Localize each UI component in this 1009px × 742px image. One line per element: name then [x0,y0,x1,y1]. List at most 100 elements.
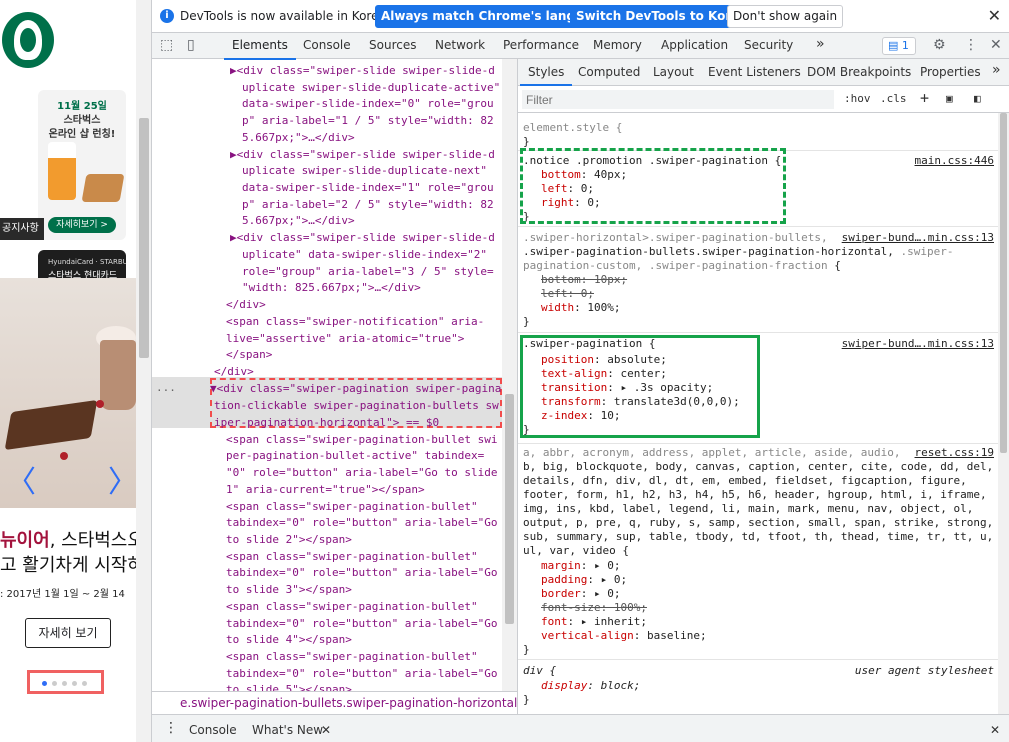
prop-font-size-overridden[interactable]: font-size: 100%; [541,601,647,615]
dom-node-line[interactable]: to slide 4"></span> [226,632,517,649]
dom-node-line[interactable]: </div> [214,364,517,381]
more-tabs-icon[interactable]: » [816,36,825,52]
device-toolbar-icon[interactable]: ▯ [187,37,195,53]
add-rule-icon[interactable]: + [920,89,929,107]
tab-application[interactable]: Application [661,38,728,52]
toggle-sidebar-icon[interactable]: ◧ [974,92,981,105]
card-detail-button[interactable]: 자세히보기 > [48,217,116,233]
promo-card-online-shop[interactable]: 11월 25일 스타벅스 온라인 샵 런칭! 자세히보기 > [38,90,126,240]
pagination-bullet-active[interactable] [42,681,47,686]
settings-gear-icon[interactable]: ⚙ [933,37,946,53]
page-scrollbar[interactable] [136,0,151,742]
dom-node-line[interactable]: <span class="swiper-pagination-bullet sw… [226,432,517,449]
drawer-menu-icon[interactable]: ⋮ [164,720,178,736]
styles-filter-input[interactable] [522,90,834,109]
dom-node-line[interactable]: "width: 825.667px;">…</div> [242,280,517,297]
prop-font[interactable]: font: ▸ inherit; [541,615,647,629]
dom-breadcrumb[interactable]: e.swiper-pagination-bullets.swiper-pagin… [152,691,517,714]
drawer-tab-whats-new[interactable]: What's New [252,723,323,737]
page-scrollbar-thumb[interactable] [139,118,149,358]
drawer-tab-console[interactable]: Console [189,723,237,737]
dom-node-line[interactable]: p" aria-label="1 / 5" style="width: 82 [242,113,517,130]
reset-selector-line[interactable]: output, p, pre, q, ruby, s, samp, sectio… [523,516,993,530]
source-link-main-css[interactable]: main.css:446 [915,154,994,168]
slider-next-icon[interactable]: 〉 [108,468,136,498]
prop-margin[interactable]: margin: ▸ 0; [541,559,621,573]
elements-scrollbar[interactable] [502,59,517,691]
source-link-swiper-css[interactable]: swiper-bund….min.css:13 [842,337,994,351]
dom-node-line[interactable]: <span class="swiper-pagination-bullet" [226,599,517,616]
tab-sources[interactable]: Sources [369,38,416,52]
starbucks-logo[interactable] [2,12,54,68]
dom-node-line[interactable]: to slide 2"></span> [226,532,517,549]
reset-selector-line[interactable]: img, ins, kbd, label, legend, li, main, … [523,502,973,516]
styles-scrollbar[interactable] [998,113,1009,714]
dom-node-line[interactable]: ▶<div class="swiper-slide swiper-slide-d [230,63,517,80]
dom-node-line[interactable]: uplicate" data-swiper-slide-index="2" [242,247,517,264]
reset-selector-line[interactable]: b, big, blockquote, body, canvas, captio… [523,460,993,474]
dom-node-line[interactable]: tabindex="0" role="button" aria-label="G… [226,565,517,582]
close-infobar-icon[interactable]: ✕ [988,6,1001,25]
dom-node-line[interactable]: data-swiper-slide-index="0" role="grou [242,96,517,113]
elements-scrollbar-thumb[interactable] [505,394,514,624]
dom-node-line[interactable]: ▶<div class="swiper-slide swiper-slide-d [230,147,517,164]
dom-node-line[interactable]: iper-pagination-horizontal"> == $0 [214,415,517,432]
tab-performance[interactable]: Performance [503,38,579,52]
kebab-menu-icon[interactable]: ⋮ [964,37,978,53]
dom-node-line[interactable]: </div> [226,297,517,314]
prop-bottom-overridden[interactable]: bottom: 10px; [541,273,627,287]
tab-security[interactable]: Security [744,38,793,52]
dom-node-line[interactable]: ▼<div class="swiper-pagination swiper-pa… [210,381,517,398]
dom-node-line[interactable]: 5.667px;">…</div> [242,213,517,230]
prop-left-overridden[interactable]: left: 0; [541,287,594,301]
tab-layout[interactable]: Layout [653,65,694,79]
dom-node-line[interactable]: role="group" aria-label="3 / 5" style= [242,264,517,281]
hover-state-toggle[interactable]: :hov [844,92,871,105]
pagination-bullet[interactable] [52,681,57,686]
dom-node-line[interactable]: data-swiper-slide-index="1" role="grou [242,180,517,197]
dom-node-line[interactable]: to slide 5"></span> [226,682,517,691]
tab-network[interactable]: Network [435,38,485,52]
tab-dom-breakpoints[interactable]: DOM Breakpoints [807,65,911,79]
rule-swiper-horizontal-selector[interactable]: .swiper-horizontal>.swiper-pagination-bu… [523,231,828,245]
dom-node-line[interactable]: <span class="swiper-pagination-bullet" [226,499,517,516]
styles-scrollbar-thumb[interactable] [1000,113,1007,453]
reset-selector-line[interactable]: ul, var, video { [523,544,629,558]
tab-elements[interactable]: Elements [224,38,296,60]
dom-node-line[interactable]: 5.667px;">…</div> [242,130,517,147]
pagination-bullet[interactable] [82,681,87,686]
paint-brush-icon[interactable]: ▣ [946,92,953,105]
dom-node-line[interactable]: </span> [226,347,517,364]
dom-node-line[interactable]: per-pagination-bullet-active" tabindex= [226,448,517,465]
source-link-swiper-css[interactable]: swiper-bund….min.css:13 [842,231,994,245]
dom-node-line[interactable]: <span class="swiper-pagination-bullet" [226,549,517,566]
dom-node-line[interactable]: to slide 3"></span> [226,582,517,599]
reset-selector-line[interactable]: details, dfn, div, dl, dt, em, embed, fi… [523,474,967,488]
slider-prev-icon[interactable]: 〈 [6,468,36,498]
dom-node-line[interactable]: tabindex="0" role="button" aria-label="G… [226,515,517,532]
tab-styles[interactable]: Styles [519,65,573,86]
tab-memory[interactable]: Memory [593,38,642,52]
prop-width[interactable]: width: 100%; [541,301,621,315]
close-drawer-icon[interactable]: ✕ [990,723,1000,737]
tab-event-listeners[interactable]: Event Listeners [708,65,801,79]
source-link-reset-css[interactable]: reset.css:19 [915,446,994,460]
reset-selector-line[interactable]: a, abbr, acronym, address, applet, artic… [523,446,901,460]
prop-border[interactable]: border: ▸ 0; [541,587,621,601]
more-style-tabs-icon[interactable]: » [992,62,1001,78]
tab-computed[interactable]: Computed [578,65,640,79]
prop-padding[interactable]: padding: ▸ 0; [541,573,627,587]
reset-selector-line[interactable]: footer, form, h1, h2, h3, h4, h5, h6, he… [523,488,987,502]
dom-node-line[interactable]: tabindex="0" role="button" aria-label="G… [226,666,517,683]
close-whats-new-icon[interactable]: ✕ [321,723,331,737]
dom-node-line[interactable]: tion-clickable swiper-pagination-bullets… [214,398,517,415]
detail-button[interactable]: 자세히 보기 [25,618,111,648]
dom-node-line[interactable]: tabindex="0" role="button" aria-label="G… [226,616,517,633]
dom-node-line[interactable]: uplicate swiper-slide-duplicate-next" [242,163,517,180]
pagination-bullet[interactable] [72,681,77,686]
close-devtools-icon[interactable]: ✕ [990,37,1002,53]
dom-node-line[interactable]: <span class="swiper-pagination-bullet" [226,649,517,666]
prop-display[interactable]: display: block; [541,679,640,693]
rule-div-ua-selector[interactable]: div { [523,664,556,678]
dom-node-line[interactable]: live="assertive" aria-atomic="true"> [226,331,517,348]
